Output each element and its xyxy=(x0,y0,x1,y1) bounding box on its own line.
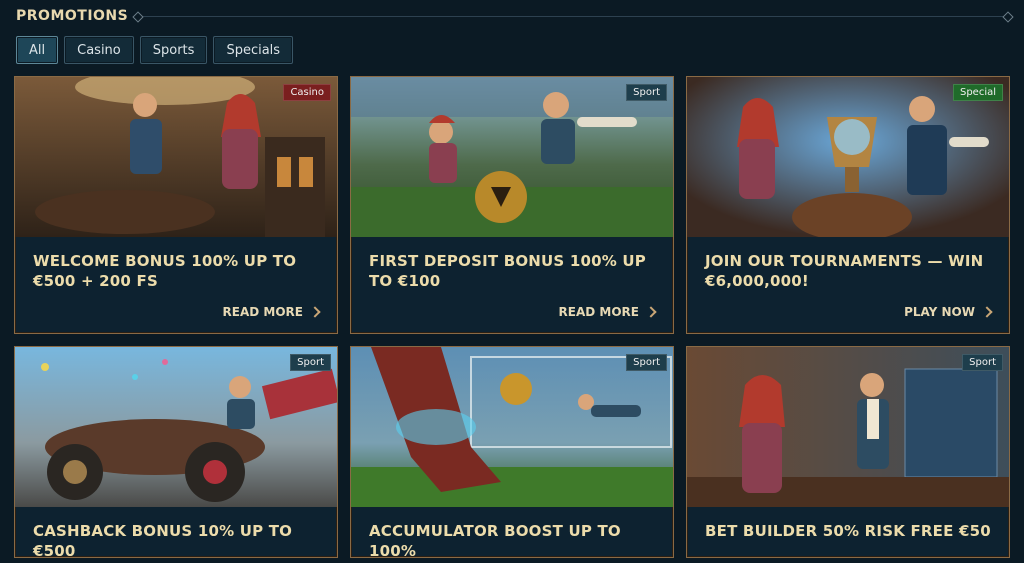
read-more-link[interactable]: READ MORE xyxy=(222,305,321,319)
cta-label: PLAY NOW xyxy=(904,305,975,319)
promo-title: BET BUILDER 50% RISK FREE €50 xyxy=(705,522,991,540)
read-more-link[interactable]: READ MORE xyxy=(558,305,657,319)
diamond-ornament-icon xyxy=(1002,10,1014,23)
cta-label: READ MORE xyxy=(222,305,303,319)
promo-title: WELCOME BONUS 100% UP TO €500 + 200 FS xyxy=(33,252,297,290)
promo-title: ACCUMULATOR BOOST UP TO 100% xyxy=(369,522,621,560)
category-badge: Sport xyxy=(626,354,667,371)
promo-card-bet-builder[interactable]: Sport BET BUILDER 50% RISK FREE €50 xyxy=(686,346,1010,558)
filter-bar: All Casino Sports Specials xyxy=(16,36,294,64)
play-now-link[interactable]: PLAY NOW xyxy=(904,305,993,319)
filter-all[interactable]: All xyxy=(16,36,59,64)
promo-image: Sport xyxy=(15,347,337,507)
promo-image: Special xyxy=(687,77,1009,237)
promo-card-tournaments[interactable]: Special JOIN OUR TOURNAMENTS — WIN €6,00… xyxy=(686,76,1010,334)
promo-image: Sport xyxy=(351,347,673,507)
promo-image: Sport xyxy=(687,347,1009,507)
cta-label: READ MORE xyxy=(558,305,639,319)
promo-title: JOIN OUR TOURNAMENTS — WIN €6,000,000! xyxy=(705,252,984,290)
category-badge: Sport xyxy=(290,354,331,371)
category-badge: Casino xyxy=(283,84,331,101)
promo-card-cashback[interactable]: Sport CASHBACK BONUS 10% UP TO €500 xyxy=(14,346,338,560)
chevron-right-icon xyxy=(645,306,657,318)
promotions-header: PROMOTIONS xyxy=(16,6,1014,26)
category-badge: Special xyxy=(952,84,1003,101)
category-badge: Sport xyxy=(626,84,667,101)
page-title: PROMOTIONS xyxy=(16,8,129,24)
title-divider xyxy=(132,10,1014,23)
promo-title: FIRST DEPOSIT BONUS 100% UP TO €100 xyxy=(369,252,646,290)
promo-image: Sport xyxy=(351,77,673,237)
promo-title: CASHBACK BONUS 10% UP TO €500 xyxy=(33,522,293,560)
promo-image: Casino xyxy=(15,77,337,237)
filter-sports[interactable]: Sports xyxy=(139,36,208,64)
category-badge: Sport xyxy=(962,354,1003,371)
promo-card-welcome[interactable]: Casino WELCOME BONUS 100% UP TO €500 + 2… xyxy=(14,76,338,334)
diamond-ornament-icon xyxy=(132,10,144,23)
promo-card-first-deposit[interactable]: Sport FIRST DEPOSIT BONUS 100% UP TO €10… xyxy=(350,76,674,334)
filter-casino[interactable]: Casino xyxy=(64,36,134,64)
promo-card-accumulator[interactable]: Sport ACCUMULATOR BOOST UP TO 100% xyxy=(350,346,674,560)
filter-specials[interactable]: Specials xyxy=(213,36,294,64)
chevron-right-icon xyxy=(981,306,993,318)
chevron-right-icon xyxy=(309,306,321,318)
